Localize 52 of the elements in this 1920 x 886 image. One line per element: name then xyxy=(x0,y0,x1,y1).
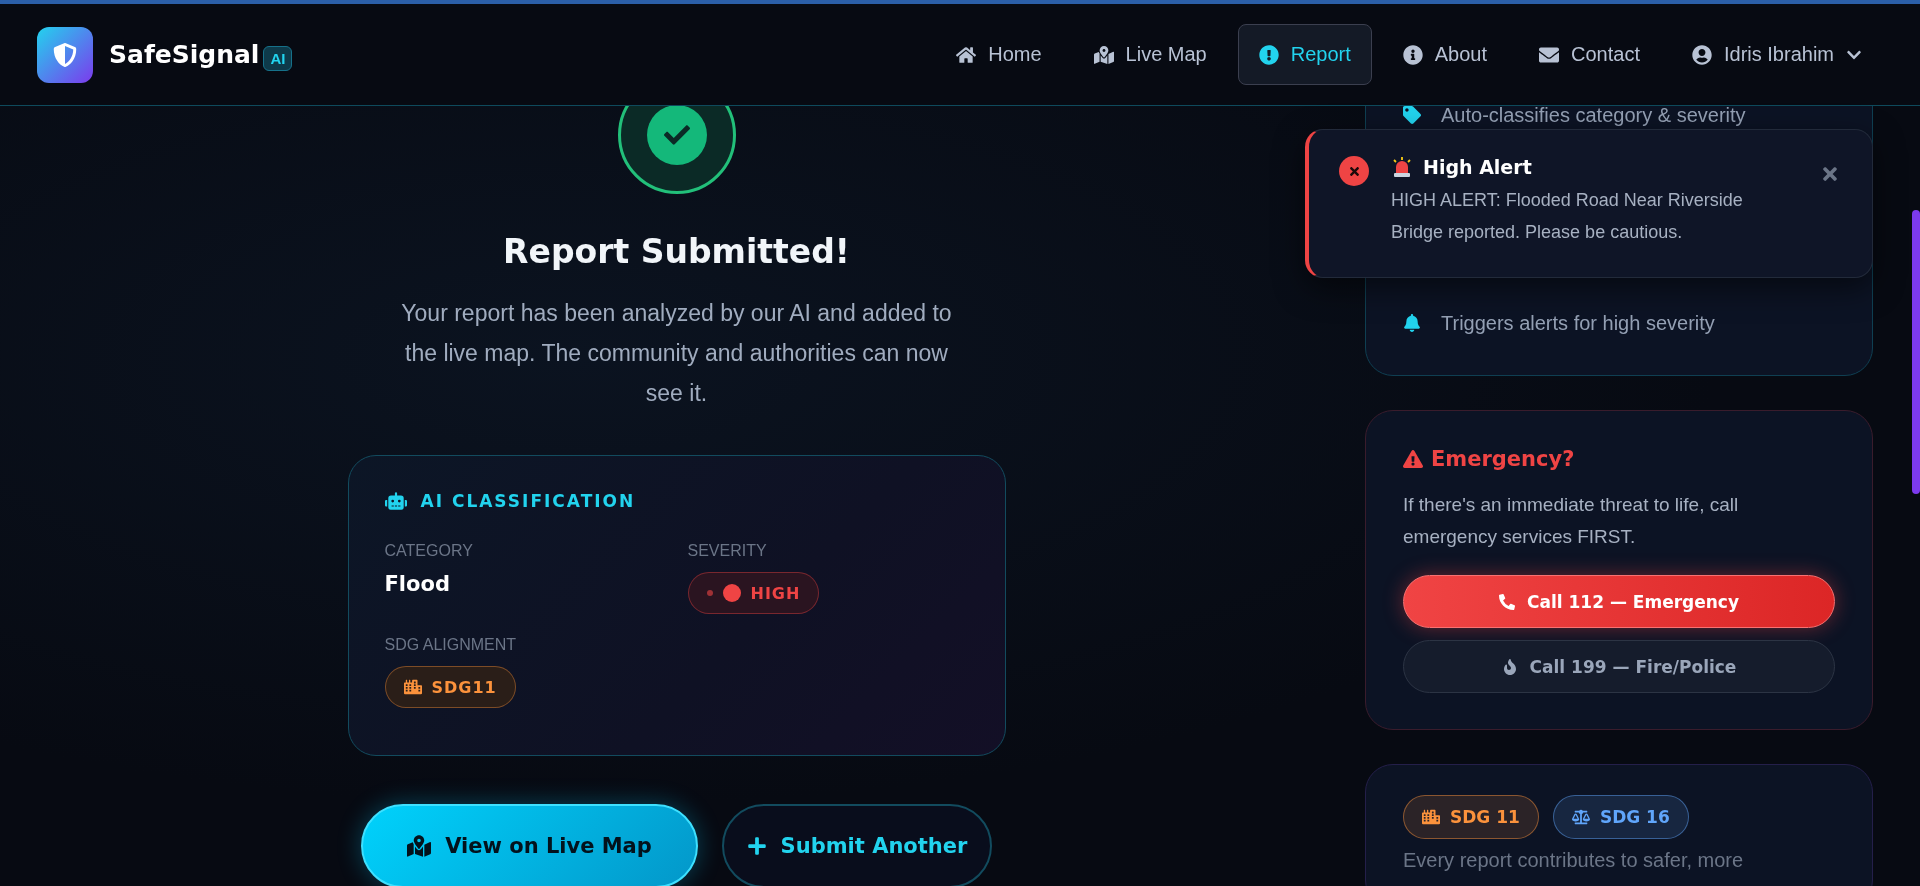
brand-badge: AI xyxy=(263,46,293,71)
sdg-badge: SDG11 xyxy=(384,666,516,708)
plus-icon xyxy=(746,836,767,856)
map-icon xyxy=(407,834,432,858)
warning-icon xyxy=(1403,449,1423,469)
map-icon xyxy=(1093,44,1114,65)
view-map-button[interactable]: View on Live Map xyxy=(361,804,698,886)
toast-title: High Alert xyxy=(1423,156,1532,178)
emergency-message: If there's an immediate threat to life, call emergency services FIRST. xyxy=(1403,493,1740,549)
phone-icon xyxy=(1498,593,1515,610)
bell-icon xyxy=(1403,314,1421,332)
city-icon xyxy=(403,678,422,696)
emergency-title: Emergency? xyxy=(1431,447,1575,471)
sdg-tag: SDG 11 xyxy=(1403,795,1539,839)
error-icon xyxy=(1339,156,1369,186)
close-icon xyxy=(1820,164,1840,184)
success-title: Report Submitted! xyxy=(503,232,850,271)
card-title: AI CLASSIFICATION xyxy=(420,491,636,511)
home-icon xyxy=(956,44,977,65)
tag-icon xyxy=(1403,106,1421,124)
field-label: CATEGORY xyxy=(384,542,473,560)
call-button[interactable]: Call 199 — Fire/Police xyxy=(1403,640,1835,693)
field-label: SEVERITY xyxy=(687,542,767,560)
siren-icon xyxy=(1391,156,1413,178)
sdg-tag: SDG 16 xyxy=(1552,795,1689,839)
success-message: Your report has been analyzed by our AI and added to the live map. The community and authorities can now see it. xyxy=(400,299,953,408)
nav-link[interactable]: Live Map xyxy=(1072,24,1228,85)
nav-link[interactable]: About xyxy=(1381,24,1509,85)
toast-message: HIGH ALERT: Flooded Road Near Riverside Bridge reported. Please be cautious. xyxy=(1391,189,1744,244)
user-avatar-icon xyxy=(1691,44,1712,65)
city-icon xyxy=(1422,808,1440,826)
user-menu[interactable]: Idris Ibrahim xyxy=(1670,24,1883,85)
feature-text: Auto-classifies category & severity xyxy=(1441,103,1746,127)
scale-icon xyxy=(1571,808,1590,826)
brand-name: SafeSignal xyxy=(109,40,260,69)
flame-icon xyxy=(1501,658,1518,675)
sdg-text: Every report contributes to safer, more xyxy=(1403,849,1745,871)
nav-link[interactable]: Home xyxy=(935,24,1063,85)
feature-text: Triggers alerts for high severity xyxy=(1441,311,1715,335)
nav-link[interactable]: Report xyxy=(1237,24,1372,85)
category-value: Flood xyxy=(384,572,450,596)
logo-icon xyxy=(37,26,93,83)
call-button[interactable]: Call 112 — Emergency xyxy=(1403,575,1835,628)
status-dot-icon xyxy=(722,584,741,602)
submit-another-button[interactable]: Submit Another xyxy=(722,804,992,886)
severity-badge: HIGH xyxy=(687,572,820,614)
nav-link[interactable]: Contact xyxy=(1518,24,1661,85)
alert-icon xyxy=(1258,44,1279,65)
scrollbar-thumb[interactable] xyxy=(1912,210,1920,494)
info-icon xyxy=(1402,44,1423,65)
robot-icon xyxy=(384,490,407,512)
field-label: SDG ALIGNMENT xyxy=(384,636,517,654)
